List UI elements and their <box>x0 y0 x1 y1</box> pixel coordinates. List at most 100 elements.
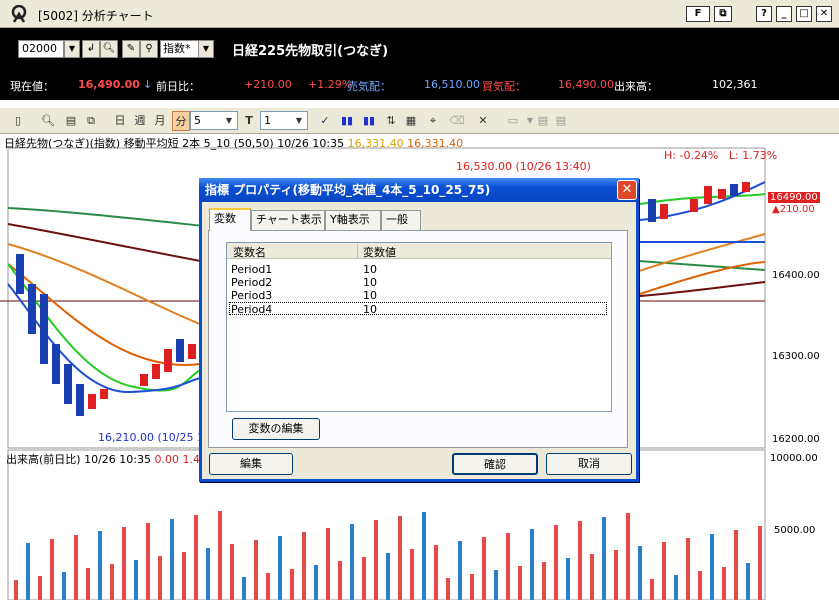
doc2-icon[interactable]: ▤ <box>552 111 570 131</box>
candle-3 <box>52 344 60 384</box>
day-button[interactable]: 日 <box>112 111 128 131</box>
list-header: 変数名 変数値 <box>227 243 611 259</box>
symbol-dropdown-icon[interactable]: ▼ <box>64 40 80 58</box>
volume-bar-32 <box>398 516 402 600</box>
line-tool-icon[interactable]: ✓ <box>316 111 334 131</box>
volume-value: 102,361 <box>712 78 758 91</box>
volume-bar-4 <box>62 572 66 600</box>
help-button[interactable]: ? <box>756 6 772 22</box>
volume-bar-17 <box>218 511 222 600</box>
volume-bar-36 <box>446 578 450 600</box>
minute-button[interactable]: 分 <box>172 111 190 131</box>
doc-icon[interactable]: ▤ <box>534 111 552 131</box>
instrument-name: 日経225先物取引(つなぎ) <box>232 44 389 59</box>
axis-label-16400: 16400.00 <box>772 270 820 281</box>
type-dropdown-icon[interactable]: ▼ <box>198 40 214 58</box>
volume-bar-56 <box>686 538 690 600</box>
col-name-header[interactable]: 変数名 <box>233 244 266 260</box>
f-button[interactable]: F <box>686 6 710 22</box>
window-title: [5002] 分析チャート <box>38 9 154 23</box>
current-price: 16,490.00 <box>78 78 140 91</box>
edit-variables-button[interactable]: 変数の編集 <box>232 418 320 440</box>
ok-button[interactable]: 確認 <box>452 453 538 475</box>
text-tool-icon[interactable]: T <box>242 111 256 131</box>
volume-bar-1 <box>26 543 30 600</box>
bar-chart-icon[interactable]: ▮▮ <box>338 111 356 131</box>
var-value: 10 <box>363 263 377 276</box>
volume-bar-29 <box>362 557 366 600</box>
volume-bar-14 <box>182 552 186 600</box>
copy-window-icon[interactable]: ⧉ <box>714 6 732 22</box>
candle-14 <box>660 204 668 219</box>
interval-dropdown-icon[interactable]: ▼ <box>222 111 236 131</box>
tab-chart-display[interactable]: チャート表示 <box>251 210 325 230</box>
var-value: 10 <box>363 289 377 302</box>
window-icon[interactable]: ▭ <box>504 111 522 131</box>
candle-18 <box>730 184 738 196</box>
volume-bar-33 <box>410 549 414 600</box>
variables-list[interactable]: 変数名 変数値 Period1 10 Period2 10 Period3 10… <box>226 242 612 412</box>
list-item[interactable]: Period2 10 <box>229 276 607 289</box>
cursor-icon[interactable]: ⌖ <box>424 111 442 131</box>
grid-icon[interactable]: ▦ <box>402 111 420 131</box>
eraser-icon[interactable]: ⌫ <box>448 111 466 131</box>
cancel-button[interactable]: 取消 <box>546 453 632 475</box>
volume-header: 出来高(前日比) 10/26 10:35 0.00 1.43 <box>6 451 207 467</box>
symbol-code-input[interactable]: 02000 <box>18 40 64 58</box>
tab-variables[interactable]: 変数 <box>209 208 251 231</box>
list-item[interactable]: Period4 10 <box>229 302 607 316</box>
tab-y-axis[interactable]: Y軸表示 <box>325 210 381 230</box>
volume-bar-8 <box>110 564 114 600</box>
list-item[interactable]: Period1 10 <box>229 263 607 276</box>
search-icon[interactable]: 🔍︎ <box>100 40 118 58</box>
bar-chart2-icon[interactable]: ▮▮ <box>360 111 378 131</box>
volume-bar-35 <box>434 545 438 600</box>
var-value: 10 <box>363 303 377 316</box>
volume-bar-49 <box>602 517 606 600</box>
change-percent: +1.29% <box>308 78 353 91</box>
change-tag: ▲210.00 <box>772 204 815 215</box>
candle-11 <box>176 339 184 362</box>
edit-button[interactable]: 編集 <box>209 453 293 475</box>
volume-bar-60 <box>734 530 738 600</box>
filter-icon[interactable]: ⚲ <box>140 40 158 58</box>
down-arrow-icon: ↓ <box>143 78 153 91</box>
minimize-icon[interactable]: _ <box>776 6 792 22</box>
zoom-icon[interactable]: 🔍︎ <box>38 111 58 131</box>
volume-axis-5000: 5000.00 <box>774 525 816 536</box>
copy-icon[interactable]: ⧉ <box>82 111 100 131</box>
variables-panel: 変数名 変数値 Period1 10 Period2 10 Period3 10… <box>208 230 628 448</box>
candle-5 <box>76 384 84 416</box>
maximize-icon[interactable]: □ <box>796 6 812 22</box>
axis-label-16200: 16200.00 <box>772 434 820 445</box>
price-tag: 16490.00 <box>768 192 820 203</box>
candle-15 <box>690 199 698 212</box>
volume-bar-7 <box>98 531 102 600</box>
t-dropdown-icon[interactable]: ▼ <box>292 111 306 131</box>
volume-bar-18 <box>230 544 234 600</box>
volume-bar-2 <box>38 576 42 600</box>
candle-7 <box>100 389 108 399</box>
quote-panel: 02000 ▼ ↲ 🔍︎ ✎ ⚲ 指数* ▼ 日経225先物取引(つなぎ) 現在… <box>0 28 839 100</box>
volume-bar-12 <box>158 556 162 600</box>
sell-quote: 16,510.00 <box>424 78 480 91</box>
edit-icon[interactable]: ✎ <box>122 40 140 58</box>
updown-icon[interactable]: ⇅ <box>382 111 400 131</box>
tab-general[interactable]: 一般 <box>381 210 421 230</box>
volume-bar-3 <box>50 539 54 600</box>
col-value-header[interactable]: 変数値 <box>363 244 396 260</box>
dialog-close-icon[interactable]: ✕ <box>617 180 637 200</box>
week-button[interactable]: 週 <box>132 111 148 131</box>
enter-icon[interactable]: ↲ <box>82 40 100 58</box>
low-annotation: 16,210.00 (10/25 13 <box>98 431 211 444</box>
delete-icon[interactable]: ✕ <box>474 111 492 131</box>
close-icon[interactable]: ✕ <box>816 6 832 22</box>
var-name: Period3 <box>231 289 273 302</box>
page-icon[interactable]: ▤ <box>62 111 80 131</box>
candle-1 <box>28 284 36 334</box>
volume-bar-61 <box>746 563 750 600</box>
month-button[interactable]: 月 <box>152 111 168 131</box>
list-item[interactable]: Period3 10 <box>229 289 607 302</box>
candle-icon[interactable]: ▯ <box>8 111 28 131</box>
volume-bar-57 <box>698 571 702 600</box>
